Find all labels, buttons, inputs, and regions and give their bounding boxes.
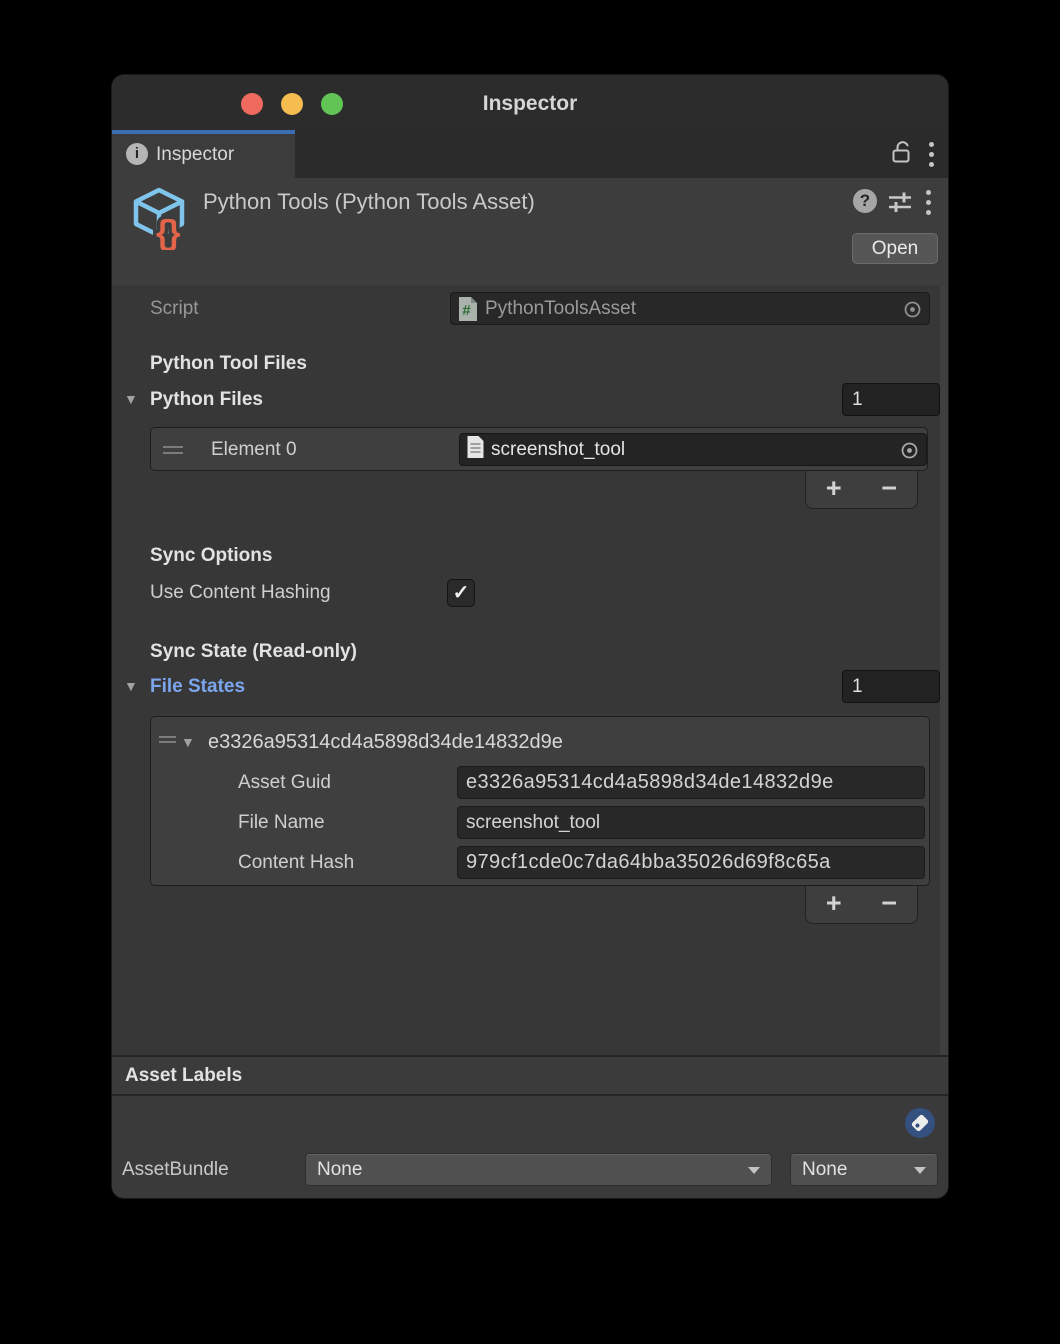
file-state-entry-id[interactable]: e3326a95314cd4a5898d34de14832d9e — [208, 726, 563, 759]
use-content-hashing-checkbox[interactable]: ✓ — [447, 579, 475, 607]
section-sync-state: Sync State (Read-only) — [150, 635, 357, 668]
component-menu-icon[interactable] — [926, 190, 931, 215]
unlock-icon[interactable] — [889, 139, 913, 170]
tab-bar: i Inspector — [112, 130, 948, 178]
tag-icon[interactable] — [905, 1108, 935, 1143]
asset-labels-header: Asset Labels — [125, 1057, 242, 1094]
drag-handle-icon[interactable] — [159, 733, 176, 746]
csharp-script-icon: # — [457, 296, 479, 322]
file-states-foldout[interactable]: File States — [150, 670, 245, 703]
element-value: screenshot_tool — [491, 439, 625, 461]
chevron-down-icon — [914, 1167, 926, 1174]
asset-bundle-label: AssetBundle — [122, 1153, 229, 1186]
svg-text:{}: {} — [156, 214, 180, 250]
help-icon[interactable]: ? — [853, 189, 877, 213]
scrollbar[interactable] — [940, 285, 948, 1055]
script-label: Script — [150, 292, 199, 325]
entry-foldout-arrow-icon[interactable]: ▼ — [181, 726, 201, 759]
titlebar: Inspector — [112, 75, 948, 130]
tab-label: Inspector — [156, 130, 234, 178]
script-field: # PythonToolsAsset — [450, 292, 930, 325]
file-name-label: File Name — [238, 806, 325, 839]
python-files-count-field[interactable]: 1 — [842, 383, 940, 416]
component-header: {} Python Tools (Python Tools Asset) ? O… — [112, 178, 948, 287]
svg-text:#: # — [462, 303, 471, 320]
script-value: PythonToolsAsset — [485, 298, 636, 320]
file-states-list: ▼ e3326a95314cd4a5898d34de14832d9e Asset… — [150, 716, 930, 886]
file-states-list-footer: + − — [805, 886, 918, 924]
use-content-hashing-label: Use Content Hashing — [150, 576, 331, 609]
file-states-count-field[interactable]: 1 — [842, 670, 940, 703]
asset-bundle-variant-dropdown[interactable]: None — [790, 1153, 938, 1186]
object-picker-icon[interactable] — [900, 441, 919, 465]
content-hash-field[interactable]: 979cf1cde0c7da64bba35026d69f8c65a — [457, 846, 925, 879]
remove-element-button[interactable]: − — [862, 471, 918, 508]
tab-inspector[interactable]: i Inspector — [112, 130, 295, 178]
add-file-state-button[interactable]: + — [806, 886, 862, 923]
asset-labels-bar: Asset Labels — [112, 1057, 948, 1094]
element-object-field[interactable]: screenshot_tool — [459, 433, 927, 466]
section-python-tool-files: Python Tool Files — [150, 347, 307, 380]
element-label: Element 0 — [211, 428, 297, 472]
foldout-arrow-icon[interactable]: ▼ — [124, 383, 144, 416]
asset-bundle-variant-value: None — [802, 1159, 847, 1181]
file-name-field[interactable]: screenshot_tool — [457, 806, 925, 839]
chevron-down-icon — [748, 1167, 760, 1174]
open-button[interactable]: Open — [852, 233, 938, 264]
python-files-foldout[interactable]: Python Files — [150, 383, 263, 416]
window-title: Inspector — [112, 75, 948, 130]
add-element-button[interactable]: + — [806, 471, 862, 508]
remove-file-state-button[interactable]: − — [862, 886, 918, 923]
asset-bundle-footer: AssetBundle None None — [112, 1096, 948, 1198]
asset-bundle-dropdown[interactable]: None — [305, 1153, 772, 1186]
info-icon: i — [126, 143, 148, 165]
inspector-body: Script # PythonToolsAsset Python Tool Fi… — [112, 285, 948, 1055]
file-name-value: screenshot_tool — [458, 812, 600, 834]
presets-icon[interactable] — [887, 191, 913, 218]
drag-handle-icon[interactable] — [163, 442, 183, 458]
python-tools-asset-icon: {} — [128, 184, 192, 255]
python-files-list-footer: + − — [805, 471, 918, 509]
tab-menu-icon[interactable] — [929, 142, 934, 167]
asset-guid-label: Asset Guid — [238, 766, 331, 799]
python-files-list: Element 0 screenshot_tool — [150, 427, 928, 471]
text-asset-icon — [466, 435, 485, 464]
asset-bundle-value: None — [317, 1159, 362, 1181]
asset-guid-field[interactable]: e3326a95314cd4a5898d34de14832d9e — [457, 766, 925, 799]
content-hash-label: Content Hash — [238, 846, 354, 879]
asset-guid-value: e3326a95314cd4a5898d34de14832d9e — [458, 771, 834, 794]
foldout-arrow-icon[interactable]: ▼ — [124, 670, 144, 703]
inspector-window: Inspector i Inspector {} — [112, 75, 948, 1198]
object-picker-icon — [903, 300, 922, 324]
section-sync-options: Sync Options — [150, 539, 272, 572]
content-hash-value: 979cf1cde0c7da64bba35026d69f8c65a — [458, 851, 831, 874]
component-title: Python Tools (Python Tools Asset) — [203, 187, 535, 217]
